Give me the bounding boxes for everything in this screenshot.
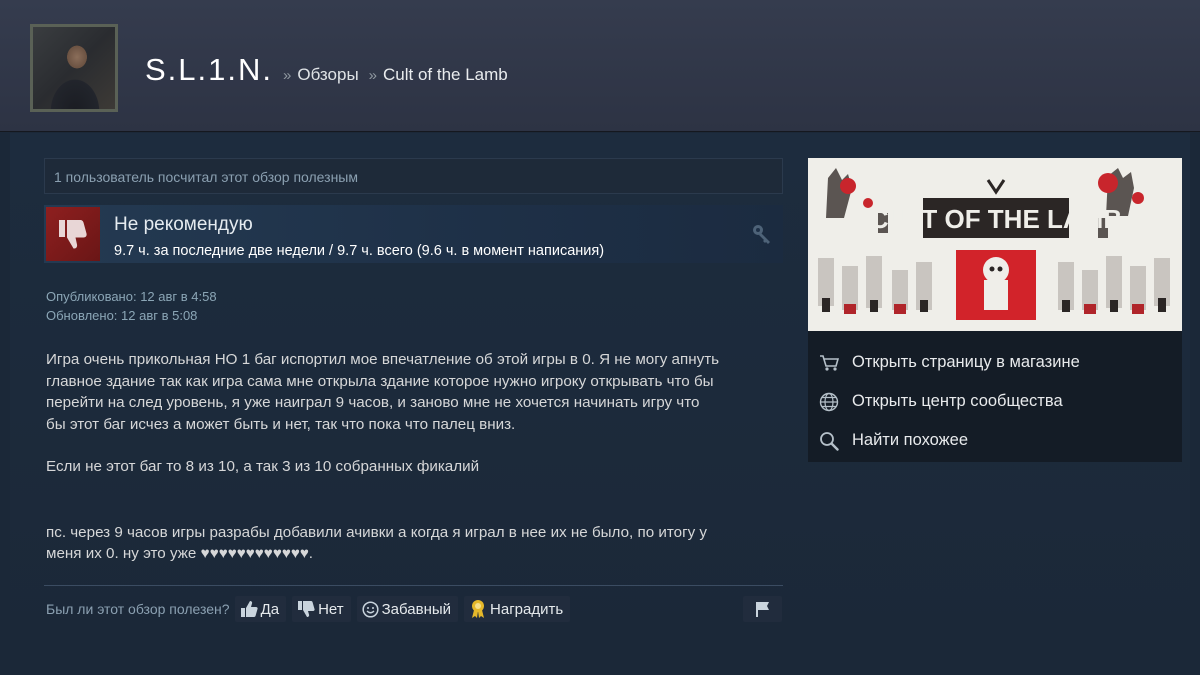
breadcrumb-separator: »	[283, 67, 292, 84]
vote-no-button[interactable]: Нет	[292, 596, 351, 622]
community-hub-label: Открыть центр сообщества	[852, 392, 1063, 410]
smiley-icon	[362, 600, 379, 618]
verdict-title: Не рекомендую	[114, 214, 253, 235]
breadcrumb-reviews-link[interactable]: Обзоры	[297, 65, 358, 85]
store-page-link[interactable]: Открыть страницу в магазине	[808, 343, 1182, 382]
thumbs-down-icon	[298, 601, 315, 617]
vote-yes-button[interactable]: Да	[234, 596, 287, 622]
playtime-hours: 9.7 ч. за последние две недели / 9.7 ч. …	[114, 243, 605, 259]
game-capsule-image[interactable]: CULT OF THE LAMB	[808, 158, 1182, 331]
magnifier-icon	[818, 430, 840, 452]
vote-yes-label: Да	[260, 600, 280, 618]
divider	[44, 585, 783, 586]
find-similar-link[interactable]: Найти похожее	[808, 421, 1182, 460]
review-verdict-box: Не рекомендую 9.7 ч. за последние две не…	[44, 205, 783, 263]
helpful-count-bar: 1 пользователь посчитал этот обзор полез…	[44, 158, 783, 194]
community-hub-link[interactable]: Открыть центр сообщества	[808, 382, 1182, 421]
vote-funny-button[interactable]: Забавный	[356, 596, 459, 622]
report-flag-button[interactable]	[743, 596, 782, 622]
flag-icon	[755, 602, 769, 617]
breadcrumb-separator: »	[368, 67, 378, 84]
review-dates: Опубликовано: 12 авг в 4:58 Обновлено: 1…	[46, 287, 217, 325]
store-page-label: Открыть страницу в магазине	[852, 353, 1080, 371]
profile-header: S.L.1.N. » Обзоры » Cult of the Lamb	[0, 0, 1200, 132]
review-line: Игра очень прикольная НО 1 баг испортил …	[46, 351, 720, 368]
username-link[interactable]: S.L.1.N.	[145, 52, 273, 88]
game-logo: CULT OF THE LAMB	[870, 204, 1122, 234]
vote-no-label: Нет	[318, 600, 344, 618]
avatar-image	[33, 27, 115, 109]
award-label: Наградить	[490, 600, 564, 618]
updated-date: Обновлено: 12 авг в 5:08	[46, 308, 198, 323]
review-line: бы этот баг исчез а может быть и нет, та…	[46, 415, 516, 433]
thumbs-up-icon	[240, 601, 258, 617]
avatar[interactable]	[30, 24, 118, 112]
globe-icon	[818, 391, 840, 413]
vote-row: Был ли этот обзор полезен? Да Нет Забавн…	[46, 596, 576, 622]
find-similar-label: Найти похожее	[852, 431, 969, 449]
cart-icon	[818, 352, 840, 374]
published-date: Опубликовано: 12 авг в 4:58	[46, 289, 217, 304]
review-line: Если не этот баг то 8 из 10, а так 3 из …	[46, 458, 480, 475]
game-side-panel: CULT OF THE LAMB Открыть страницу в мага…	[808, 158, 1182, 462]
review-line: главное здание так как игра сама мне отк…	[46, 372, 714, 390]
review-line: меня их 0. ну это уже ♥♥♥♥♥♥♥♥♥♥♥♥.	[46, 545, 313, 562]
award-medal-icon	[472, 600, 485, 618]
breadcrumb: S.L.1.N. » Обзоры » Cult of the Lamb	[145, 52, 508, 88]
review-body: Игра очень прикольная НО 1 баг испортил …	[46, 349, 786, 565]
thumbs-down-icon	[46, 207, 100, 261]
breadcrumb-game-link[interactable]: Cult of the Lamb	[383, 65, 508, 85]
review-line: пс. через 9 часов игры разрабы добавили …	[46, 523, 708, 541]
review-line: перейти на след уровень, я уже наиграл 9…	[46, 394, 700, 411]
key-icon	[751, 223, 773, 250]
game-links: Открыть страницу в магазине Открыть цент…	[808, 343, 1182, 460]
vote-question: Был ли этот обзор полезен?	[46, 601, 230, 617]
award-button[interactable]: Наградить	[464, 596, 571, 622]
vote-funny-label: Забавный	[381, 600, 452, 618]
